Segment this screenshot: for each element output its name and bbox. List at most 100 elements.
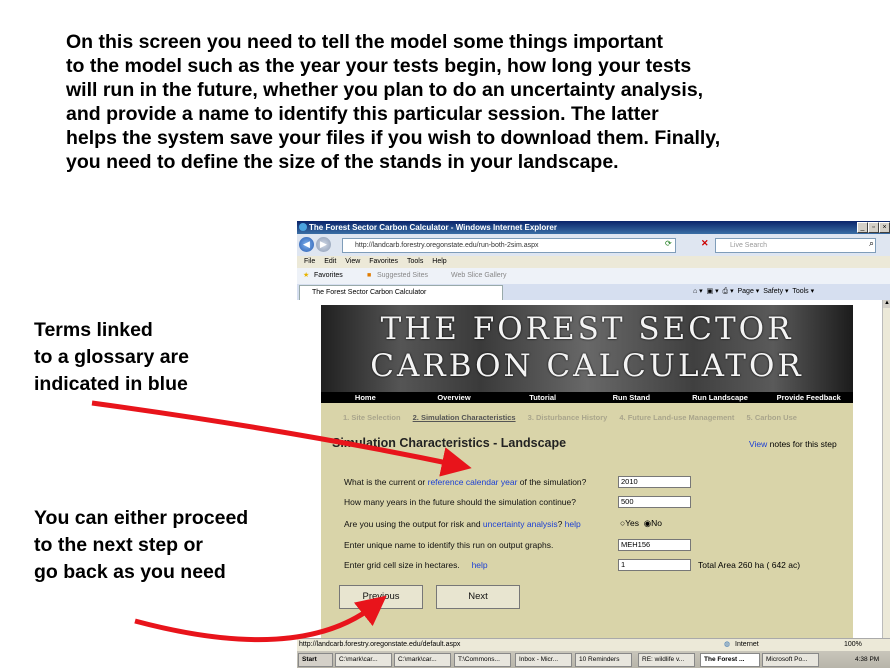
command-bar: ⌂ ▾ ▣ ▾ ⎙ ▾ Page ▾ Safety ▾ Tools ▾ bbox=[693, 288, 815, 295]
radio-yes-label: Yes bbox=[625, 518, 640, 528]
next-button[interactable]: Next bbox=[436, 585, 520, 609]
question-text: What is the current or bbox=[344, 477, 428, 487]
question-text: of the simulation? bbox=[517, 477, 587, 487]
safety-menu[interactable]: Safety bbox=[763, 288, 783, 295]
taskbar-item[interactable]: C:\mark\car... bbox=[394, 653, 451, 667]
nav-tutorial[interactable]: Tutorial bbox=[498, 392, 587, 403]
nav-home[interactable]: Home bbox=[321, 392, 410, 403]
grid-cell-help-link[interactable]: help bbox=[472, 560, 488, 570]
nav-run-landscape[interactable]: Run Landscape bbox=[676, 392, 765, 403]
menu-view[interactable]: View bbox=[345, 258, 360, 265]
nav-overview[interactable]: Overview bbox=[410, 392, 499, 403]
taskbar-item[interactable]: Inbox - Micr... bbox=[515, 653, 572, 667]
note-line: You can either proceed bbox=[34, 507, 249, 529]
page-menu[interactable]: Page bbox=[738, 288, 754, 295]
view-notes-text: notes for this step bbox=[767, 439, 837, 449]
menu-bar: File Edit View Favorites Tools Help bbox=[297, 256, 890, 268]
nav-provide-feedback[interactable]: Provide Feedback bbox=[764, 392, 853, 403]
site-banner: THE FOREST SECTOR CARBON CALCULATOR bbox=[321, 305, 853, 392]
start-button[interactable]: Start bbox=[298, 653, 333, 667]
reference-year-input[interactable]: 2010 bbox=[618, 476, 691, 488]
print-icon[interactable]: ⎙ ▾ bbox=[723, 288, 734, 295]
taskbar-item[interactable]: Microsoft Po... bbox=[762, 653, 819, 667]
url-field[interactable]: http://landcarb.forestry.oregonstate.edu… bbox=[342, 238, 676, 253]
clock: 4:38 PM bbox=[855, 656, 880, 663]
grid-cell-input[interactable]: 1 bbox=[618, 559, 691, 571]
forward-icon[interactable]: ▶ bbox=[316, 237, 331, 252]
back-icon[interactable]: ◀ bbox=[299, 237, 314, 252]
step-carbon-use[interactable]: 5. Carbon Use bbox=[747, 413, 797, 422]
browser-window: The Forest Sector Carbon Calculator - Wi… bbox=[297, 221, 890, 668]
page-content: THE FOREST SECTOR CARBON CALCULATOR Home… bbox=[297, 300, 882, 638]
tab-forest-calculator[interactable]: The Forest Sector Carbon Calculator bbox=[299, 285, 503, 301]
form-panel: 1. Site Selection 2. Simulation Characte… bbox=[321, 403, 853, 638]
taskbar-item[interactable]: C:\mark\car... bbox=[335, 653, 392, 667]
question-text: ? bbox=[557, 519, 565, 529]
note-line: go back as you need bbox=[34, 561, 226, 583]
question-run-name: Enter unique name to identify this run o… bbox=[344, 540, 554, 550]
step-site-selection[interactable]: 1. Site Selection bbox=[343, 413, 401, 422]
menu-edit[interactable]: Edit bbox=[324, 258, 336, 265]
search-icon[interactable]: ⌕ bbox=[869, 238, 874, 249]
taskbar-item[interactable]: 10 Reminders bbox=[575, 653, 632, 667]
taskbar-item[interactable]: T:\Commons... bbox=[454, 653, 511, 667]
search-input[interactable]: Live Search bbox=[715, 238, 876, 253]
run-name-input[interactable]: MEH156 bbox=[618, 539, 691, 551]
taskbar-item[interactable]: RE: wildlife v... bbox=[638, 653, 695, 667]
step-simulation-characteristics[interactable]: 2. Simulation Characteristics bbox=[413, 413, 516, 422]
previous-button[interactable]: Previous bbox=[339, 585, 423, 609]
taskbar-item[interactable]: The Forest ... bbox=[700, 653, 760, 667]
site-nav: Home Overview Tutorial Run Stand Run Lan… bbox=[321, 392, 853, 403]
restore-icon[interactable]: ▫ bbox=[868, 222, 879, 233]
zoom-level[interactable]: 100% bbox=[844, 639, 862, 651]
star-icon: ★ bbox=[303, 272, 310, 279]
page-title: Simulation Characteristics - Landscape bbox=[332, 436, 567, 450]
suggested-sites-link[interactable]: Suggested Sites bbox=[377, 268, 428, 284]
scroll-up-icon[interactable]: ▲ bbox=[883, 300, 890, 308]
glossary-link-reference-year[interactable]: reference calendar year bbox=[428, 477, 518, 487]
home-icon[interactable]: ⌂ ▾ bbox=[693, 288, 703, 295]
intro-line: On this screen you need to tell the mode… bbox=[66, 31, 663, 53]
note-line: Terms linked bbox=[34, 319, 153, 341]
glossary-note: Terms linked to a glossary are indicated… bbox=[34, 317, 189, 398]
total-area-readout: Total Area 260 ha ( 642 ac) bbox=[698, 560, 801, 570]
menu-favorites[interactable]: Favorites bbox=[369, 258, 398, 265]
intro-line: you need to define the size of the stand… bbox=[66, 151, 619, 173]
menu-tools[interactable]: Tools bbox=[407, 258, 423, 265]
stop-icon[interactable]: ✕ bbox=[701, 238, 709, 249]
status-zone: Internet bbox=[735, 641, 759, 648]
note-line: to a glossary are bbox=[34, 346, 189, 368]
intro-line: to the model such as the year your tests… bbox=[66, 55, 692, 77]
uncertainty-help-link[interactable]: help bbox=[565, 519, 581, 529]
ie-icon bbox=[299, 223, 307, 231]
favorites-button[interactable]: Favorites bbox=[314, 268, 343, 284]
step-future-land-use[interactable]: 4. Future Land-use Management bbox=[619, 413, 734, 422]
web-slice-link[interactable]: Web Slice Gallery bbox=[451, 268, 507, 284]
glossary-link-uncertainty[interactable]: uncertainty analysis bbox=[483, 519, 558, 529]
suggested-sites-icon: ■ bbox=[367, 272, 372, 279]
globe-icon: ◍ bbox=[724, 641, 731, 648]
banner-title-line: CARBON CALCULATOR bbox=[370, 348, 804, 384]
status-url: http://landcarb.forestry.oregonstate.edu… bbox=[299, 641, 461, 648]
menu-help[interactable]: Help bbox=[432, 258, 446, 265]
nav-run-stand[interactable]: Run Stand bbox=[587, 392, 676, 403]
refresh-icon[interactable]: ⟳ bbox=[665, 239, 672, 248]
intro-line: helps the system save your files if you … bbox=[66, 127, 721, 149]
tools-menu[interactable]: Tools bbox=[792, 288, 808, 295]
view-notes: View notes for this step bbox=[749, 439, 837, 449]
feeds-icon[interactable]: ▣ ▾ bbox=[707, 288, 719, 295]
window-title: The Forest Sector Carbon Calculator - Wi… bbox=[309, 223, 557, 232]
vertical-scrollbar[interactable]: ▲ bbox=[882, 300, 890, 638]
minimize-icon[interactable]: _ bbox=[857, 222, 868, 233]
question-text: Are you using the output for risk and bbox=[344, 519, 483, 529]
question-text: Enter grid cell size in hectares. bbox=[344, 560, 460, 570]
step-disturbance-history[interactable]: 3. Disturbance History bbox=[528, 413, 608, 422]
banner-title-line: THE FOREST SECTOR bbox=[380, 311, 794, 347]
close-icon[interactable]: × bbox=[879, 222, 890, 233]
intro-text: On this screen you need to tell the mode… bbox=[66, 30, 846, 174]
menu-file[interactable]: File bbox=[304, 258, 315, 265]
years-future-input[interactable]: 500 bbox=[618, 496, 691, 508]
status-bar: http://landcarb.forestry.oregonstate.edu… bbox=[297, 638, 890, 651]
question-years-future: How many years in the future should the … bbox=[344, 497, 576, 507]
view-notes-link[interactable]: View bbox=[749, 439, 767, 449]
